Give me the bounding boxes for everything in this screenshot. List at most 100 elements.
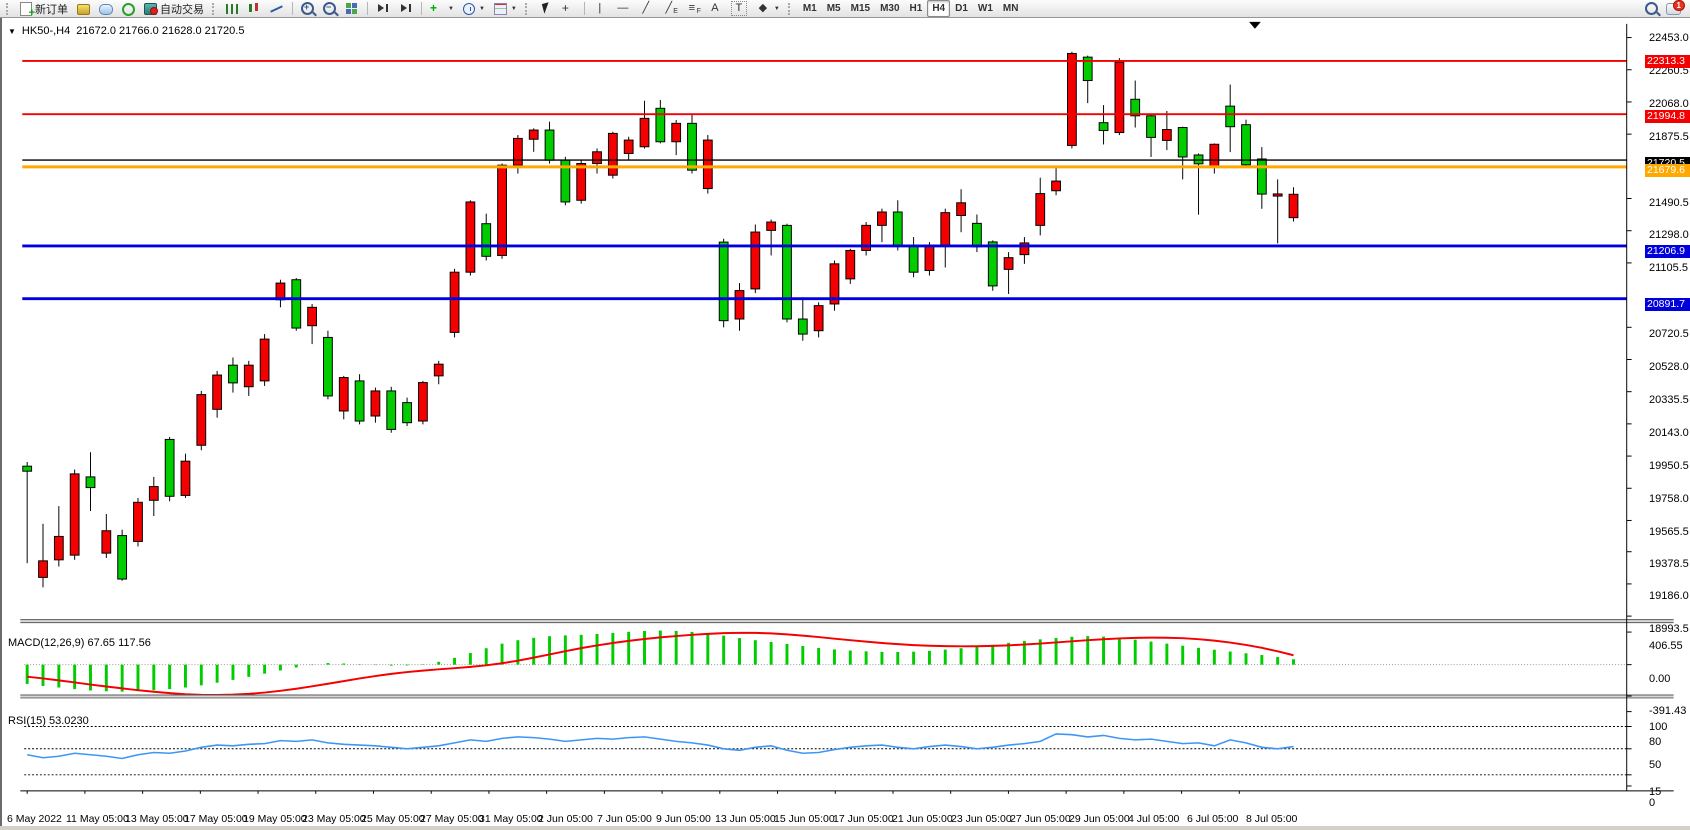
toolbar-grip[interactable]	[212, 3, 218, 15]
candle-body	[498, 165, 507, 255]
candle-body	[1162, 130, 1171, 141]
candle-body	[1115, 62, 1124, 132]
price-badge: 21206.9	[1645, 245, 1690, 258]
zoom-in-button[interactable]: +	[297, 0, 318, 18]
fibonacci-button[interactable]: ≡F	[681, 0, 703, 18]
quotes-icon	[77, 4, 90, 15]
time-axis-label: 17 Jun 05:00	[833, 813, 894, 825]
candle-body	[355, 381, 364, 421]
signal-icon	[122, 3, 135, 16]
toolbar-grip[interactable]	[525, 3, 531, 15]
channel-button[interactable]: ╱E	[658, 0, 680, 18]
price-axis-label: 20528.0	[1649, 361, 1689, 373]
price-badge: 21679.6	[1645, 164, 1690, 177]
auto-trading-button[interactable]: 自动交易	[140, 0, 208, 18]
crosshair-button[interactable]: +	[558, 0, 580, 18]
candle-body	[640, 118, 649, 146]
candle-body	[70, 474, 79, 555]
macd-values: 67.65 117.56	[87, 637, 150, 649]
candle-body	[39, 561, 48, 578]
timeframe-button-m1[interactable]: M1	[798, 0, 822, 17]
candle-body	[624, 140, 633, 153]
time-axis-label: 29 Jun 05:00	[1069, 813, 1130, 825]
candle-body	[102, 531, 111, 553]
time-axis-label: 13 May 05:00	[125, 813, 189, 825]
timeframe-button-h4[interactable]: H4	[927, 0, 950, 17]
horizontal-line-button[interactable]: —	[612, 0, 634, 18]
time-axis-label: 23 May 05:00	[302, 813, 366, 825]
zoom-out-button[interactable]: −	[319, 0, 340, 18]
candle-body	[308, 307, 317, 325]
bar-chart-icon	[226, 4, 238, 14]
timeframe-button-m30[interactable]: M30	[875, 0, 904, 17]
chevron-down-icon: ▼	[511, 6, 517, 12]
periods-button[interactable]: ▼	[459, 0, 489, 18]
text-button[interactable]: A	[704, 0, 726, 18]
shapes-button[interactable]: ◆▼	[752, 0, 784, 18]
price-axis-label: 21105.5	[1649, 262, 1688, 274]
timeframe-button-w1[interactable]: W1	[973, 0, 998, 17]
chevron-down-icon: ▼	[774, 6, 780, 12]
chart-dropdown-icon[interactable]: ▼	[8, 27, 16, 36]
line-chart-button[interactable]	[266, 0, 288, 18]
candle-body	[814, 306, 823, 331]
indicators-button[interactable]: +▼	[426, 0, 458, 18]
timeframe-button-mn[interactable]: MN	[998, 0, 1024, 17]
candle-body	[703, 140, 712, 188]
candle-body	[1273, 194, 1282, 196]
chart-shift-icon	[376, 2, 390, 15]
timeframe-button-d1[interactable]: D1	[950, 0, 973, 17]
cursor-button[interactable]	[535, 0, 557, 18]
price-axis-label: 19950.5	[1649, 460, 1689, 472]
price-badge: 21994.8	[1645, 110, 1690, 123]
candle-body	[1147, 116, 1156, 138]
chart-canvas[interactable]	[2, 18, 1690, 830]
time-axis-label: 4 Jul 05:00	[1128, 813, 1179, 825]
templates-button[interactable]: ▼	[490, 0, 521, 18]
rsi-axis-label: 100	[1649, 721, 1667, 733]
chart-shift-button[interactable]	[372, 0, 394, 18]
new-order-icon	[20, 2, 32, 16]
macd-axis-label: 406.55	[1649, 640, 1683, 652]
candle-body	[1210, 144, 1219, 167]
auto-scroll-button[interactable]	[395, 0, 417, 18]
chevron-down-icon: ▼	[479, 6, 485, 12]
candle-body	[988, 242, 997, 286]
price-axis-label: 19378.5	[1649, 558, 1689, 570]
candle-body	[1242, 125, 1251, 165]
chat-icon[interactable]: 1	[1666, 3, 1681, 15]
market-button[interactable]	[95, 0, 117, 18]
auto-trading-label: 自动交易	[160, 1, 204, 17]
rsi-axis-label: 15	[1649, 786, 1661, 798]
trendline-button[interactable]: ╱	[635, 0, 657, 18]
timeframe-button-m5[interactable]: M5	[822, 0, 846, 17]
candlestick-chart-button[interactable]	[243, 0, 265, 18]
signals-button[interactable]	[118, 0, 139, 18]
candle-body	[1226, 106, 1235, 127]
bar-chart-button[interactable]	[222, 0, 242, 18]
candle-body	[165, 439, 174, 496]
timeframe-button-h1[interactable]: H1	[905, 0, 928, 17]
template-icon	[494, 3, 507, 15]
chart-shift-marker[interactable]	[1249, 22, 1261, 29]
search-icon[interactable]	[1645, 2, 1658, 15]
candle-body	[54, 536, 63, 559]
candle-body	[371, 391, 380, 416]
indicators-icon: +	[430, 2, 444, 15]
time-axis-label: 23 Jun 05:00	[951, 813, 1012, 825]
vertical-line-button[interactable]: |	[589, 0, 611, 18]
timeframe-button-m15[interactable]: M15	[846, 0, 875, 17]
tile-windows-button[interactable]	[341, 0, 363, 18]
candle-body	[846, 250, 855, 278]
new-order-button[interactable]: 新订单	[16, 0, 72, 18]
price-axis-label: 22453.0	[1649, 32, 1689, 44]
time-axis-label: 9 Jun 05:00	[656, 813, 711, 825]
toolbar-grip[interactable]	[788, 3, 794, 15]
rsi-axis-label: 0	[1649, 797, 1655, 809]
rsi-axis-label: 80	[1649, 736, 1661, 748]
quotes-button[interactable]	[73, 0, 94, 18]
text-label-button[interactable]: T	[727, 0, 751, 18]
candle-body	[1257, 159, 1266, 194]
toolbar-grip[interactable]	[6, 3, 12, 15]
timeframe-group: M1M5M15M30H1H4D1W1MN	[798, 0, 1024, 17]
